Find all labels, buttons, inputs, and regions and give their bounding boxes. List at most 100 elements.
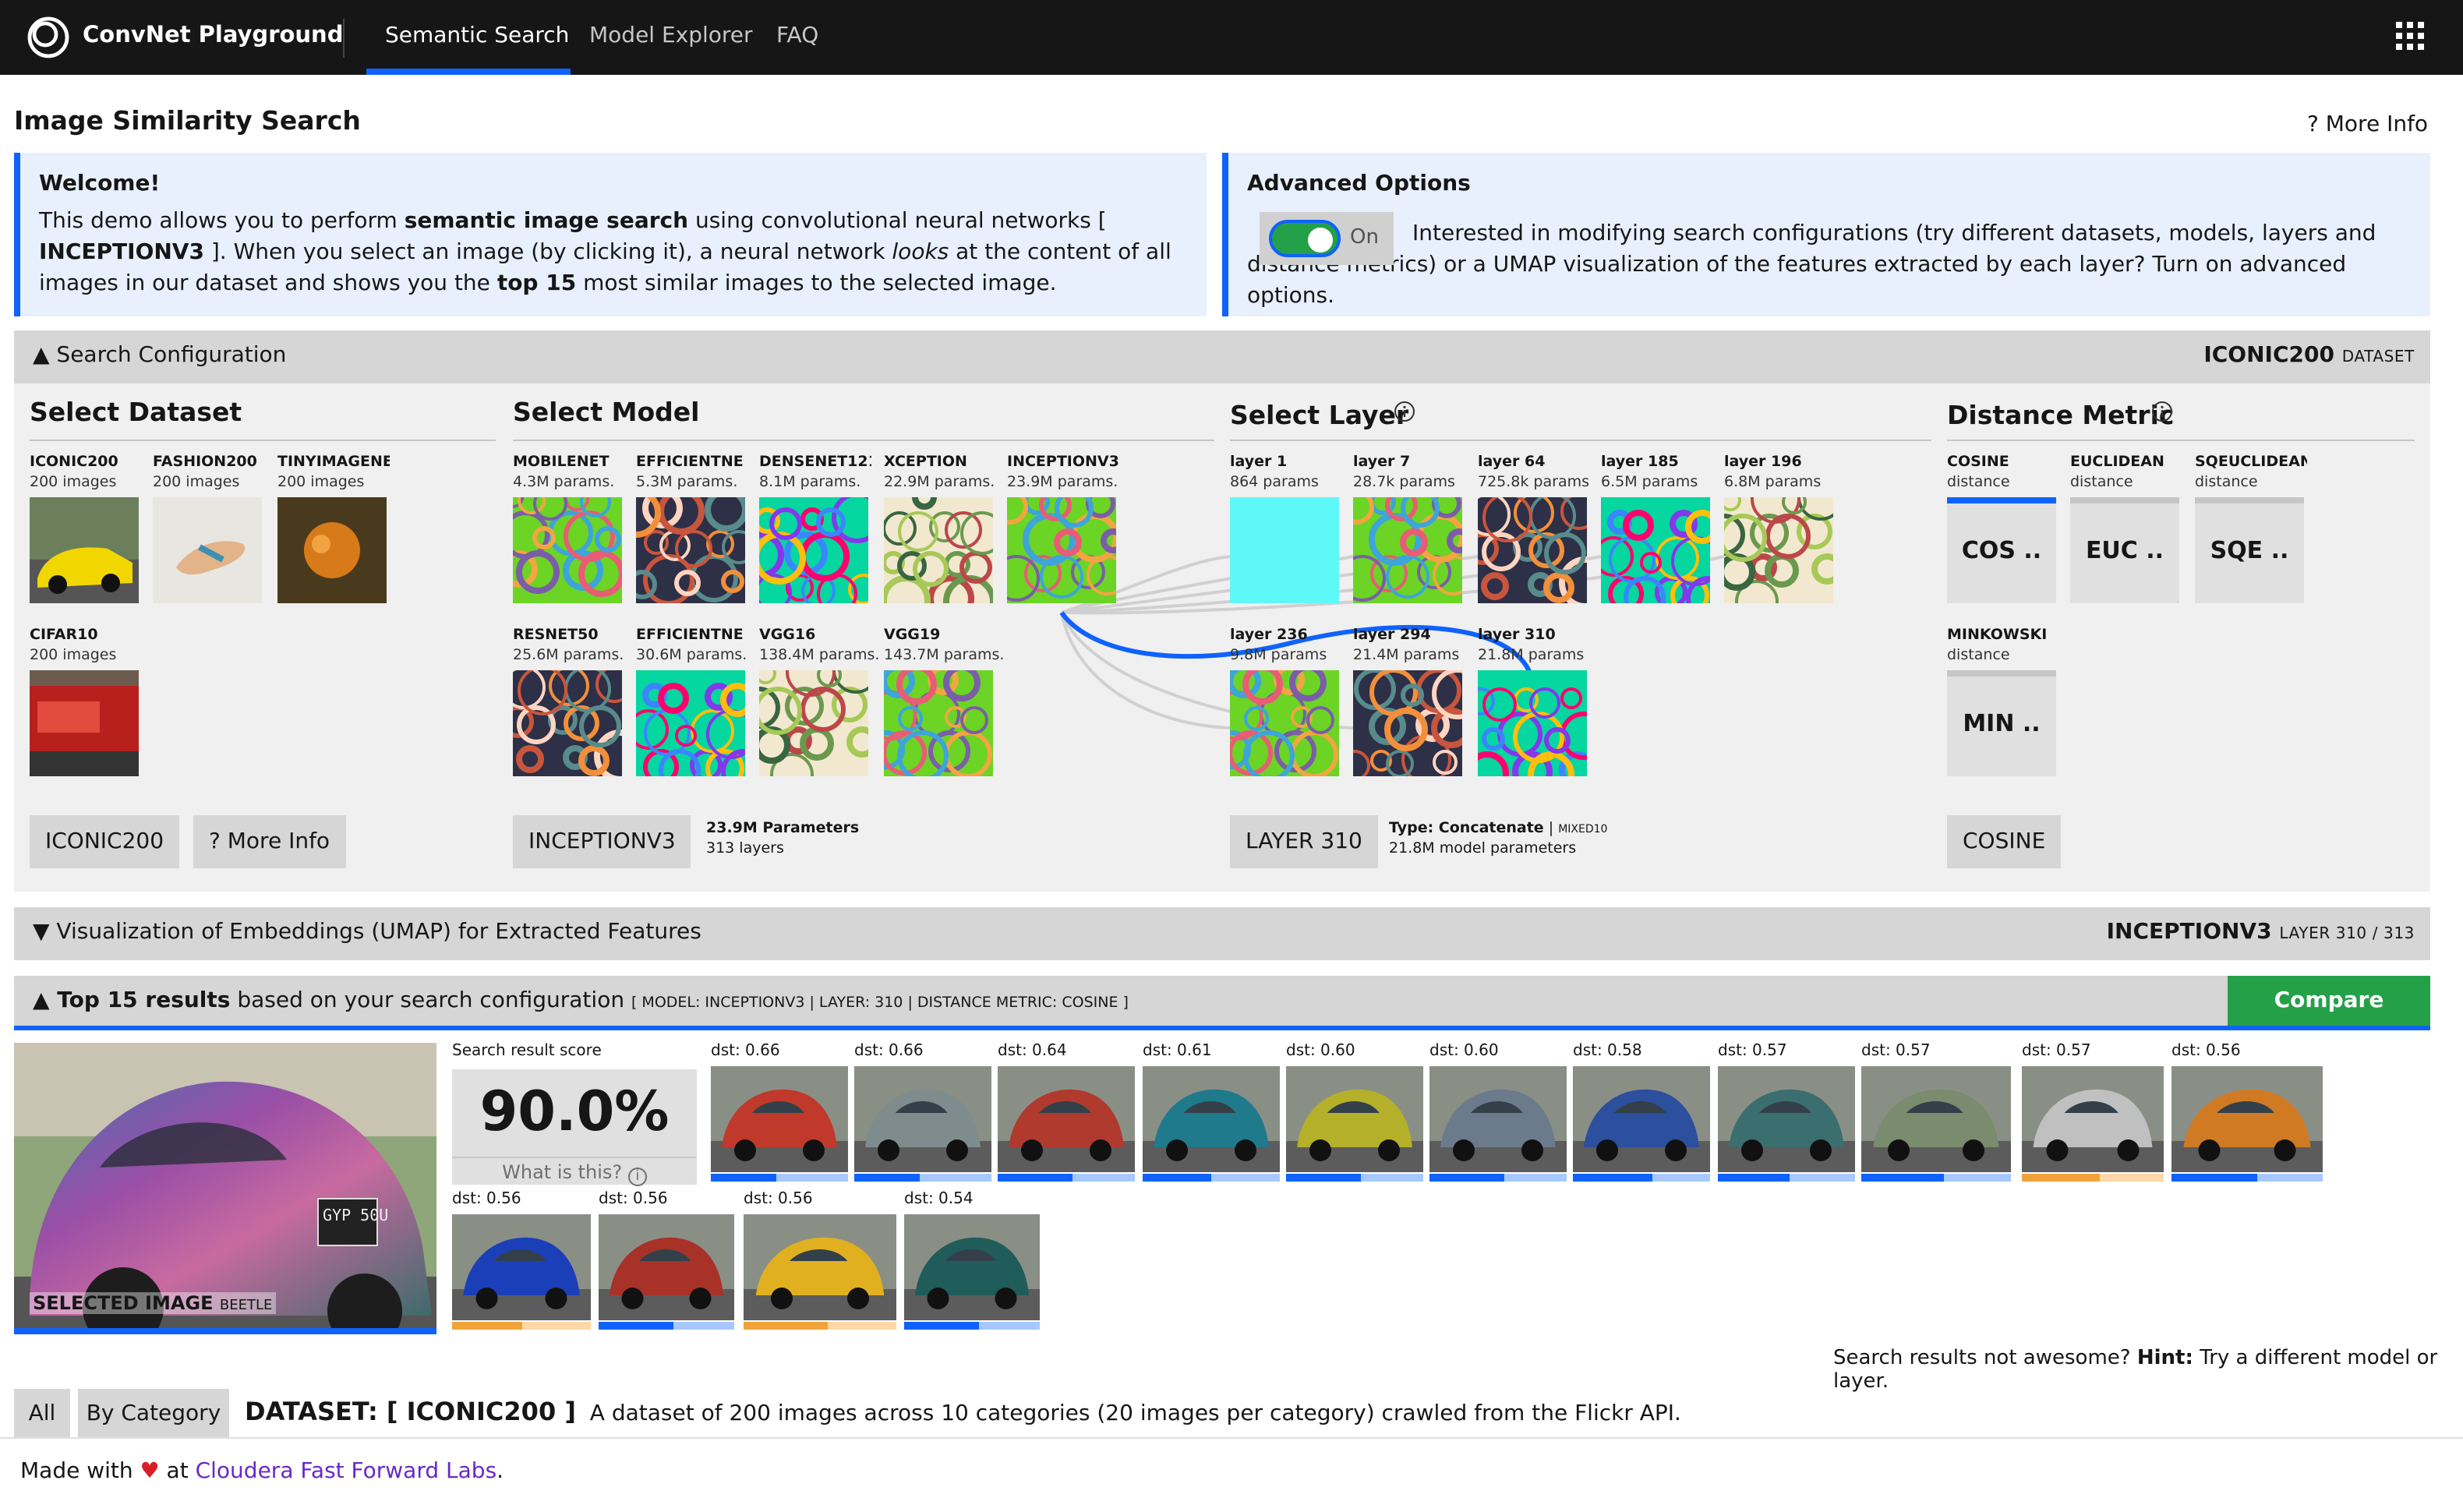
item-thumbnail[interactable] bbox=[1593, 497, 1731, 621]
layer-item-7[interactable]: layer 294 21.4M params bbox=[1339, 627, 1483, 784]
item-thumbnail[interactable] bbox=[611, 488, 756, 606]
result-distance: dst: 0.56 bbox=[2171, 1043, 2241, 1060]
model-item-4[interactable]: INCEPTIONV3 23.9M params. bbox=[992, 454, 1127, 603]
item-thumbnail[interactable] bbox=[992, 489, 1127, 603]
model-item-2[interactable]: DENSENET121 8.1M params. bbox=[737, 454, 883, 614]
result-item[interactable]: dst: 0.56 bbox=[599, 1191, 734, 1331]
distance-button[interactable]: COSINE bbox=[1947, 815, 2062, 868]
item-thumbnail[interactable] bbox=[1212, 664, 1339, 782]
dataset-item-cifar10[interactable]: CIFAR10 200 images bbox=[30, 627, 142, 776]
item-thumbnail[interactable] bbox=[1466, 493, 1612, 609]
result-item[interactable]: dst: 0.54 bbox=[904, 1191, 1040, 1331]
distance-tile[interactable]: SQE .. bbox=[2195, 497, 2304, 603]
item-thumbnail[interactable] bbox=[628, 670, 766, 794]
layer-button[interactable]: LAYER 310 bbox=[1230, 815, 1378, 868]
result-image[interactable] bbox=[1718, 1066, 1855, 1172]
result-item[interactable]: dst: 0.57 bbox=[2022, 1043, 2164, 1183]
result-image[interactable] bbox=[1429, 1066, 1567, 1172]
dataset-item-tinyimagenet[interactable]: TINYIMAGENET 200 images bbox=[277, 454, 390, 603]
item-sub: 22.9M params. bbox=[884, 474, 995, 491]
layer-item-4[interactable]: layer 185 6.5M params bbox=[1593, 454, 1731, 621]
heart-icon: ♥ bbox=[140, 1459, 160, 1484]
result-item[interactable]: dst: 0.61 bbox=[1143, 1043, 1280, 1183]
distance-item-euclidean[interactable]: EUCLIDEAN distance EUC .. bbox=[2070, 454, 2182, 603]
result-item[interactable]: dst: 0.60 bbox=[1286, 1043, 1423, 1183]
layer-item-6[interactable]: layer 236 9.8M params bbox=[1212, 627, 1342, 782]
model-item-0[interactable]: MOBILENET 4.3M params. bbox=[500, 454, 625, 603]
result-item[interactable]: dst: 0.57 bbox=[1718, 1043, 1855, 1183]
layer-item-3[interactable]: layer 64 725.8k params bbox=[1466, 454, 1612, 609]
distance-item-cosine[interactable]: COSINE distance COS .. bbox=[1947, 454, 2059, 603]
model-item-1[interactable]: EFFICIENTNE .. 5.3M params. bbox=[611, 454, 756, 606]
item-name: MOBILENET bbox=[513, 454, 610, 471]
result-image[interactable] bbox=[1861, 1066, 2011, 1172]
info-icon[interactable] bbox=[1394, 401, 1415, 422]
distance-item-minkowski[interactable]: MINKOWSKI distance MIN .. bbox=[1947, 627, 2059, 776]
result-image[interactable] bbox=[744, 1214, 896, 1320]
layer-item-8[interactable]: layer 310 21.8M params bbox=[1465, 627, 1608, 798]
item-thumbnail[interactable] bbox=[500, 486, 625, 603]
result-image[interactable] bbox=[452, 1214, 591, 1320]
result-item[interactable]: dst: 0.56 bbox=[744, 1191, 896, 1331]
model-item-3[interactable]: XCEPTION 22.9M params. bbox=[881, 454, 1004, 628]
result-image[interactable] bbox=[599, 1214, 734, 1320]
item-thumbnail[interactable] bbox=[1703, 474, 1844, 624]
results-header[interactable]: ▲ Top 15 results based on your search co… bbox=[14, 976, 2430, 1030]
item-thumbnail[interactable] bbox=[277, 497, 387, 603]
result-item[interactable]: dst: 0.60 bbox=[1429, 1043, 1567, 1183]
result-image[interactable] bbox=[2022, 1066, 2164, 1172]
result-item[interactable]: dst: 0.64 bbox=[998, 1043, 1135, 1183]
what-is-this-link[interactable]: What is this? i bbox=[452, 1157, 697, 1186]
filter-category-button[interactable]: By Category bbox=[78, 1389, 229, 1439]
item-thumbnail[interactable] bbox=[881, 485, 1004, 628]
cloudera-link[interactable]: Cloudera Fast Forward Labs bbox=[196, 1459, 497, 1484]
result-image[interactable] bbox=[1286, 1066, 1423, 1172]
result-item[interactable]: dst: 0.58 bbox=[1573, 1043, 1710, 1183]
info-icon[interactable] bbox=[2151, 401, 2173, 422]
result-score-bar bbox=[744, 1322, 896, 1330]
result-image[interactable] bbox=[998, 1066, 1135, 1172]
result-item[interactable]: dst: 0.66 bbox=[711, 1043, 848, 1183]
item-thumbnail[interactable] bbox=[738, 647, 879, 797]
result-image[interactable] bbox=[711, 1066, 848, 1172]
dataset-item-fashion200[interactable]: FASHION200 200 images bbox=[153, 454, 265, 603]
item-name: layer 7 bbox=[1353, 454, 1411, 471]
item-thumbnail[interactable] bbox=[30, 670, 139, 776]
item-thumbnail[interactable] bbox=[1465, 670, 1608, 798]
item-sub: 6.8M params bbox=[1724, 474, 1822, 491]
item-thumbnail[interactable] bbox=[1339, 668, 1483, 784]
result-distance: dst: 0.56 bbox=[599, 1191, 668, 1208]
result-image[interactable] bbox=[904, 1214, 1040, 1320]
filter-all-button[interactable]: All bbox=[14, 1389, 70, 1439]
distance-item-sqeuclidean[interactable]: SQEUCLIDEAN distance SQE .. bbox=[2195, 454, 2307, 603]
layer-item-1[interactable]: layer 1 864 params bbox=[1230, 454, 1342, 603]
model-item-5[interactable]: RESNET50 25.6M params. bbox=[501, 627, 647, 782]
distance-tile[interactable]: COS .. bbox=[1947, 497, 2056, 603]
dataset-item-iconic200[interactable]: ICONIC200 200 images bbox=[30, 454, 142, 603]
layer-item-5[interactable]: layer 196 6.8M params bbox=[1703, 454, 1844, 624]
item-thumbnail[interactable] bbox=[1230, 497, 1339, 603]
result-image[interactable] bbox=[1573, 1066, 1710, 1172]
result-image[interactable] bbox=[854, 1066, 991, 1172]
item-thumbnail[interactable] bbox=[501, 666, 647, 782]
selected-image[interactable]: GYP 50U SELECTED IMAGE BEETLE bbox=[14, 1043, 436, 1334]
item-thumbnail[interactable] bbox=[866, 664, 993, 782]
item-thumbnail[interactable] bbox=[1338, 489, 1473, 603]
model-item-8[interactable]: VGG19 143.7M params. bbox=[866, 627, 1004, 782]
item-thumbnail[interactable] bbox=[153, 497, 262, 603]
compare-models-button[interactable]: Compare Models bbox=[2228, 976, 2430, 1063]
distance-tile[interactable]: MIN .. bbox=[1947, 670, 2056, 776]
item-thumbnail[interactable] bbox=[30, 497, 139, 603]
result-item[interactable]: dst: 0.66 bbox=[854, 1043, 991, 1183]
layer-item-2[interactable]: layer 7 28.7k params bbox=[1338, 454, 1473, 603]
result-image[interactable] bbox=[1143, 1066, 1280, 1172]
result-item[interactable]: dst: 0.57 bbox=[1861, 1043, 2011, 1183]
item-thumbnail[interactable] bbox=[737, 492, 883, 614]
result-image[interactable] bbox=[2171, 1066, 2323, 1172]
model-item-6[interactable]: EFFICIENTNE .. 30.6M params. bbox=[628, 627, 766, 794]
result-item[interactable]: dst: 0.56 bbox=[452, 1191, 591, 1331]
distance-tile[interactable]: EUC .. bbox=[2070, 497, 2179, 603]
result-item[interactable]: dst: 0.56 bbox=[2171, 1043, 2323, 1183]
umap-header[interactable]: ▼ Visualization of Embeddings (UMAP) for… bbox=[14, 907, 2430, 960]
model-item-7[interactable]: VGG16 138.4M params. bbox=[738, 627, 879, 797]
